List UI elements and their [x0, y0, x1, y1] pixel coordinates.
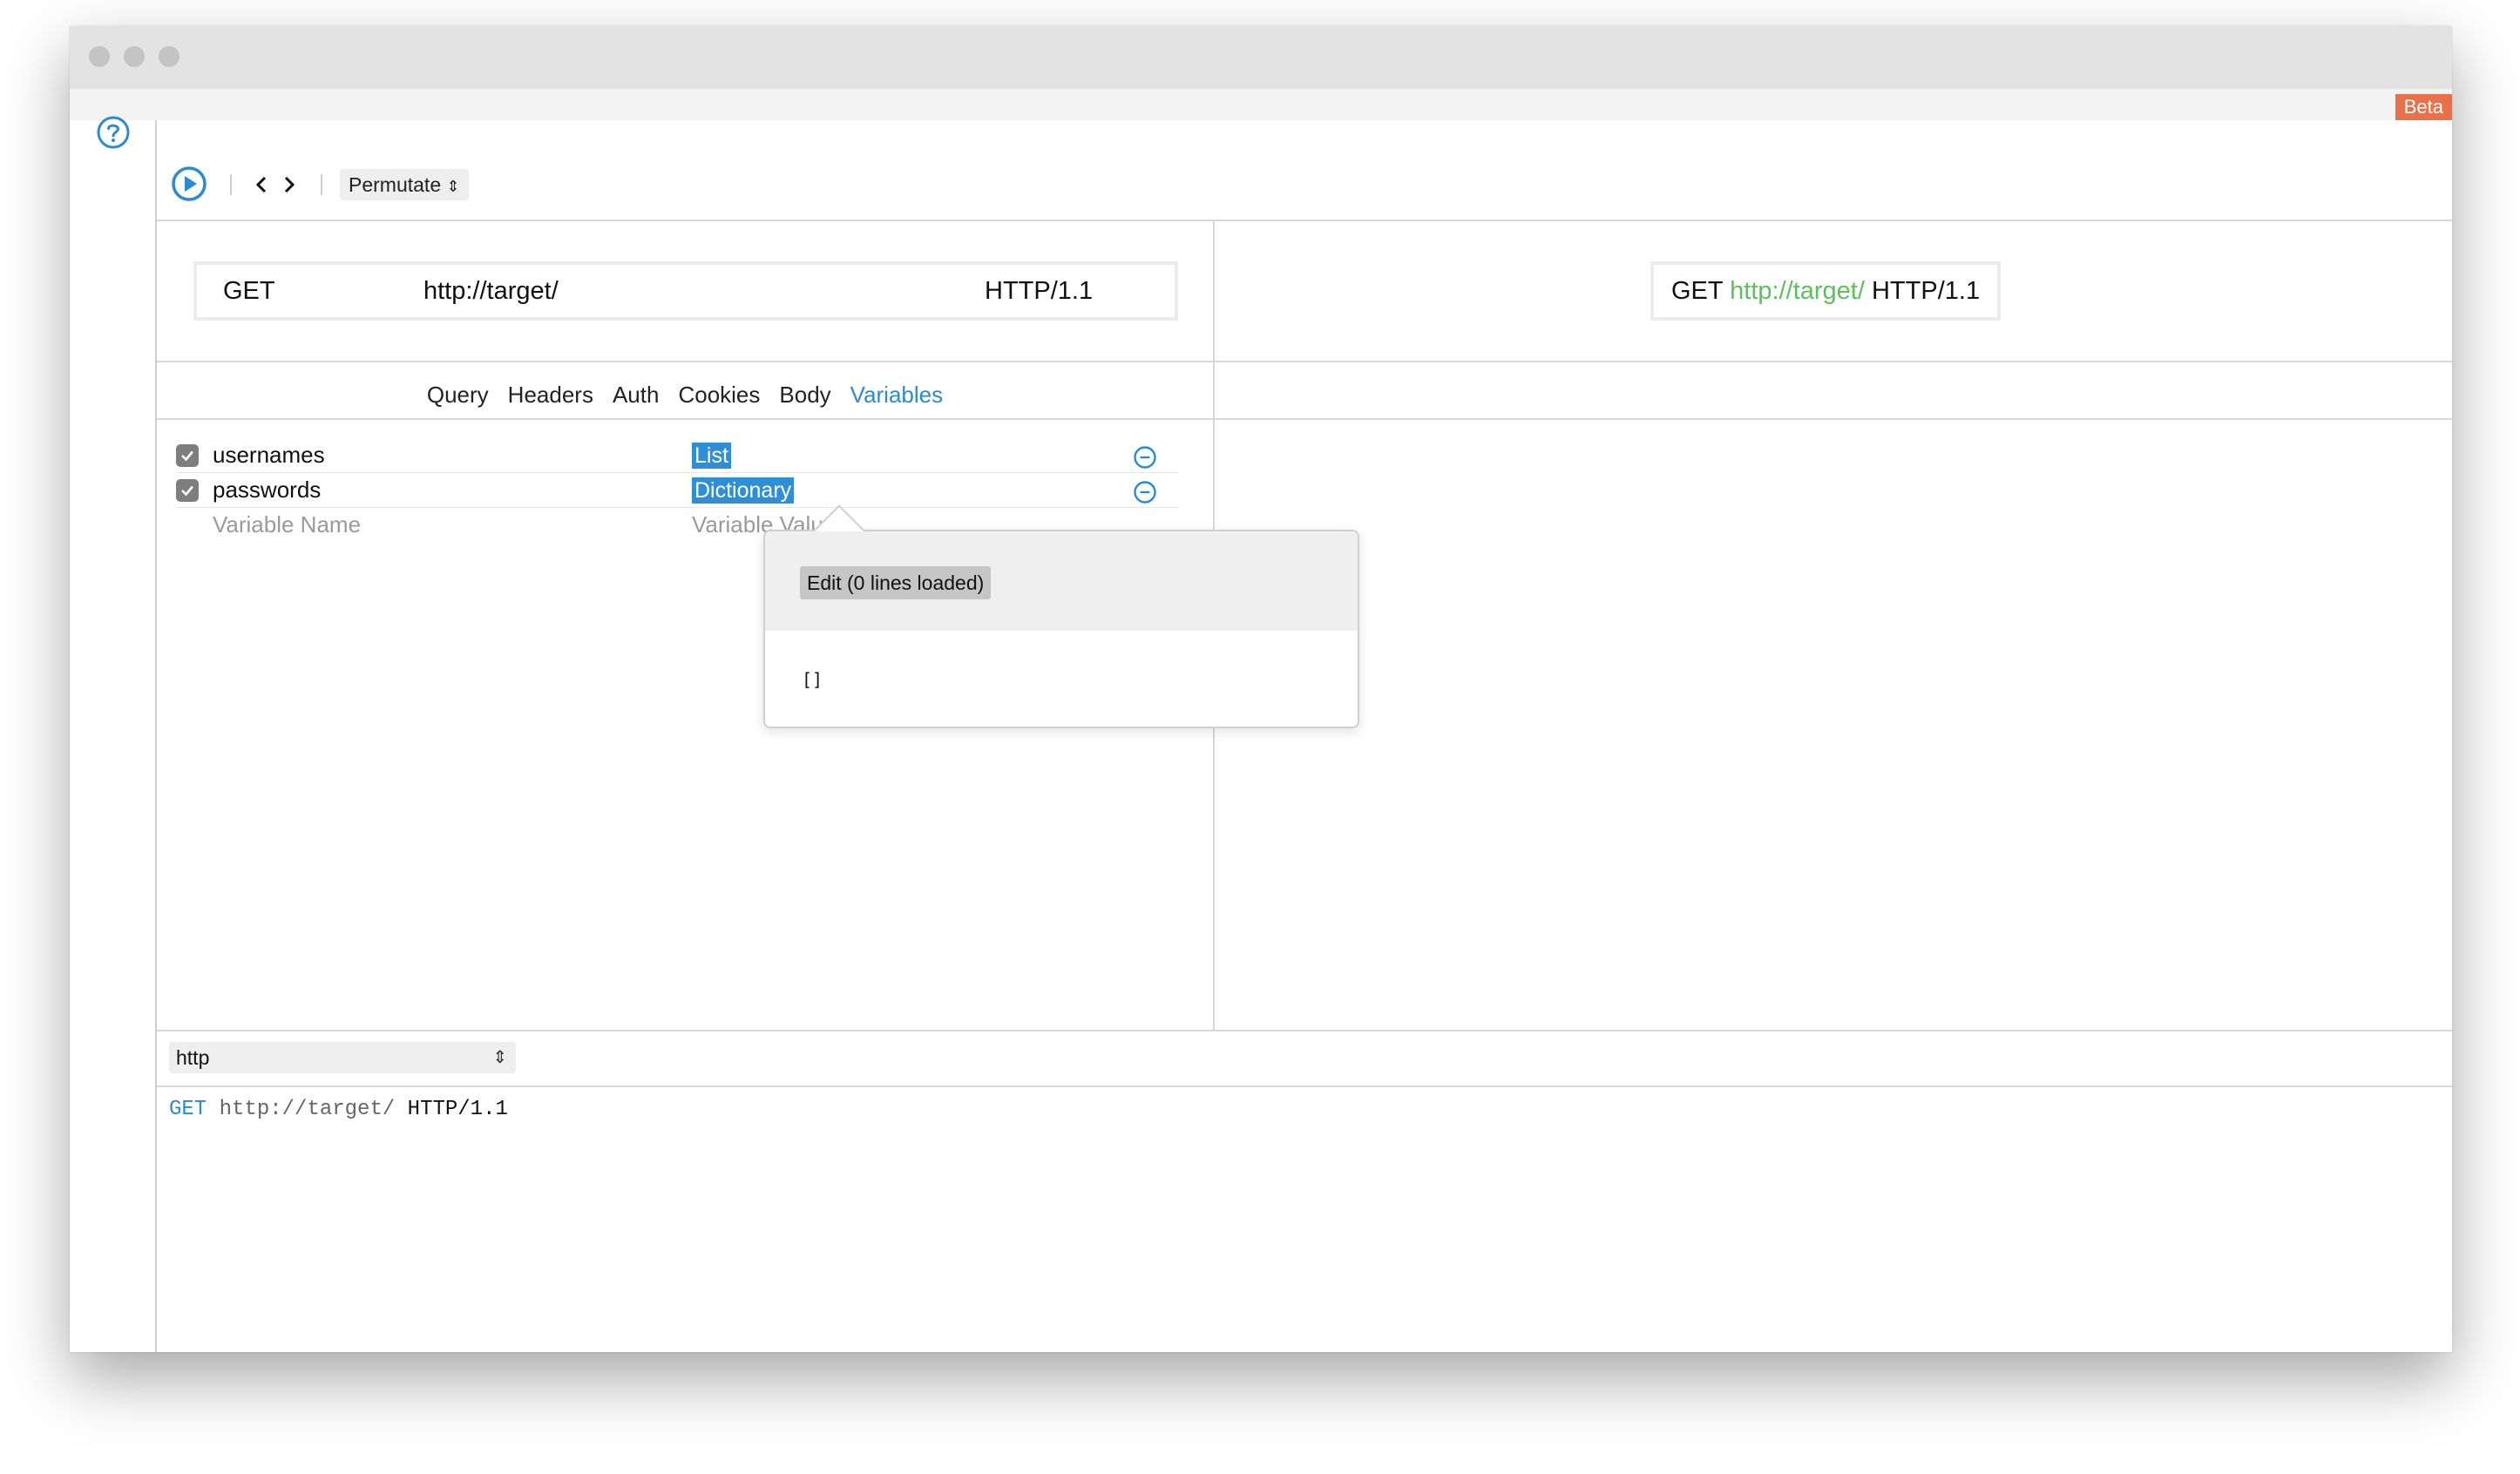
mode-select-label: Permutate [349, 173, 442, 196]
toolbar: Permutate ⇕ [157, 120, 2452, 221]
variable-row: usernames List [176, 437, 1178, 473]
sidebar [70, 116, 157, 1352]
back-chevron-icon[interactable] [253, 172, 270, 197]
close-window-button[interactable] [89, 46, 110, 67]
divider [157, 361, 2452, 362]
select-arrows-icon: ⇕ [446, 178, 460, 195]
tab-query[interactable]: Query [427, 364, 489, 425]
minimize-window-button[interactable] [124, 46, 145, 67]
preview-url: http://target/ [1730, 277, 1865, 305]
checkmark-icon [181, 450, 193, 462]
zoom-window-button[interactable] [159, 46, 180, 67]
edit-list-button[interactable]: Edit (0 lines loaded) [800, 566, 992, 599]
request-method[interactable]: GET [223, 265, 275, 317]
variable-type[interactable]: Dictionary [692, 477, 795, 504]
remove-variable-icon[interactable] [1133, 445, 1157, 470]
mode-select[interactable]: Permutate ⇕ [340, 169, 469, 200]
variable-popover: Edit (0 lines loaded) [] [763, 504, 1359, 728]
variable-type[interactable]: List [692, 443, 731, 469]
variable-enabled-checkbox[interactable] [176, 479, 199, 502]
tab-variables[interactable]: Variables [850, 364, 943, 425]
code-url: http://target/ [219, 1098, 396, 1121]
tab-body[interactable]: Body [779, 364, 830, 425]
tab-auth[interactable]: Auth [613, 364, 660, 425]
tab-headers[interactable]: Headers [508, 364, 593, 425]
beta-badge: Beta [2395, 94, 2452, 120]
main-panel: Permutate ⇕ GET http://target/ HTTP/1.1 … [157, 120, 2452, 1352]
format-select[interactable]: http ⇕ [169, 1042, 516, 1073]
request-preview: GET http://target/ HTTP/1.1 [1650, 261, 2002, 321]
preview-method: GET [1671, 277, 1724, 305]
request-protocol[interactable]: HTTP/1.1 [985, 265, 1093, 317]
beta-strip [70, 89, 2452, 120]
divider [157, 1030, 2452, 1031]
help-icon[interactable] [96, 115, 131, 150]
tab-cookies[interactable]: Cookies [678, 364, 760, 425]
code-method: GET [169, 1098, 207, 1121]
title-bar [70, 26, 2452, 89]
variable-row: passwords Dictionary [176, 472, 1178, 508]
checkmark-icon [181, 485, 193, 497]
new-variable-name-input[interactable]: Variable Name [213, 507, 361, 542]
preview-protocol: HTTP/1.1 [1871, 277, 1981, 305]
play-icon[interactable] [171, 166, 207, 202]
request-url[interactable]: http://target/ [423, 265, 559, 317]
forward-chevron-icon[interactable] [281, 172, 298, 197]
list-preview: [] [802, 669, 823, 690]
variable-name[interactable]: usernames [213, 437, 325, 472]
request-line-editor[interactable]: GET http://target/ HTTP/1.1 [193, 261, 1178, 321]
remove-variable-icon[interactable] [1133, 480, 1157, 504]
code-protocol: HTTP/1.1 [407, 1098, 508, 1121]
variable-name[interactable]: passwords [213, 472, 321, 507]
app-window: Beta Permutate ⇕ GET http://target/ HTTP… [70, 26, 2452, 1352]
toolbar-separator [321, 174, 322, 195]
generated-request-code: GET http://target/ HTTP/1.1 [169, 1094, 508, 1126]
toolbar-separator [230, 174, 232, 195]
variable-enabled-checkbox[interactable] [176, 444, 199, 467]
select-arrows-icon: ⇕ [492, 1048, 507, 1067]
request-tabs: Query Headers Auth Cookies Body Variables [157, 364, 1213, 425]
format-select-label: http [176, 1046, 210, 1069]
divider [157, 1085, 2452, 1087]
